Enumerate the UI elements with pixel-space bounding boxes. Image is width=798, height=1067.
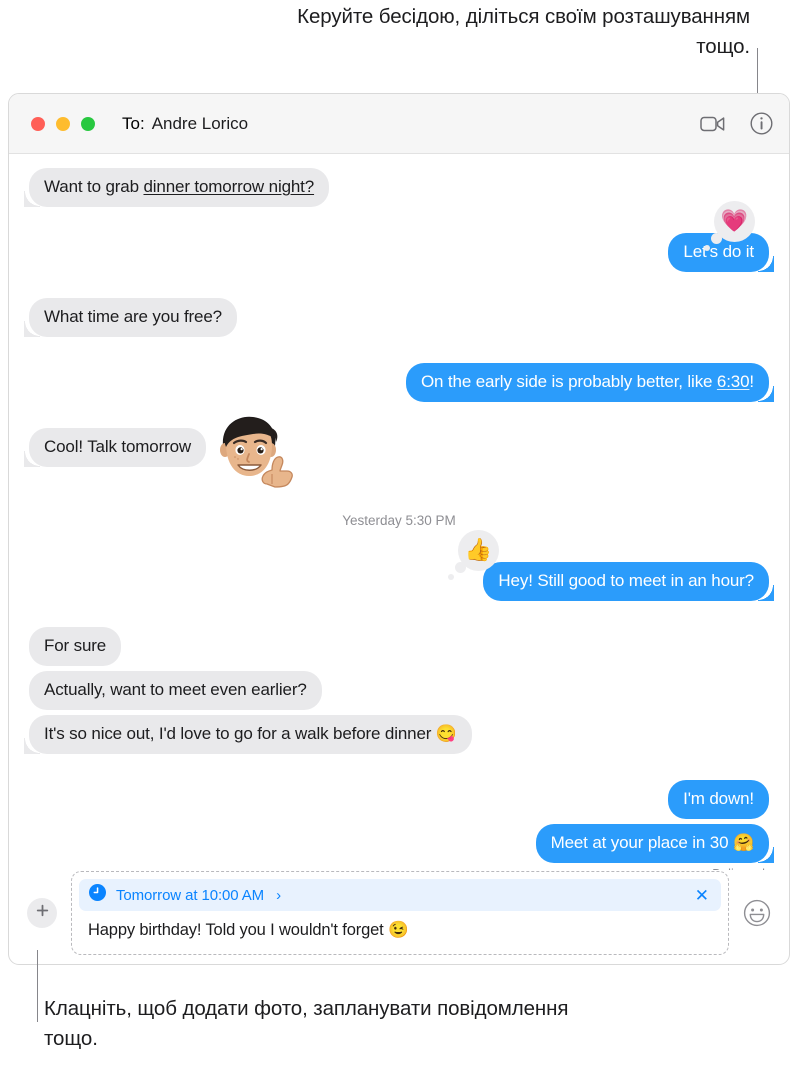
message-input-draft[interactable]: Happy birthday! Told you I wouldn't forg…: [79, 911, 721, 948]
callout-bottom-text: Клацніть, щоб додати фото, запланувати п…: [44, 997, 569, 1050]
chevron-right-icon[interactable]: ›: [276, 887, 281, 904]
message-bubble-outgoing[interactable]: On the early side is probably better, li…: [405, 363, 775, 402]
message-bubble-outgoing[interactable]: Meet at your place in 30 🤗: [535, 824, 775, 863]
tapback-heart[interactable]: 💗: [704, 201, 755, 251]
message-row: I'm down!: [29, 780, 769, 819]
message-composer: Tomorrow at 10:00 AM › ✕ Happy birthday!…: [9, 870, 789, 964]
tapback-dot-large: [455, 562, 466, 573]
tapback-dot-small: [704, 245, 710, 251]
scheduled-send-banner[interactable]: Tomorrow at 10:00 AM › ✕: [79, 879, 721, 911]
message-text-plain: On the early side is probably better, li…: [420, 372, 717, 391]
callout-top-text: Керуйте бесідою, діліться своїм розташув…: [297, 5, 750, 58]
message-bubble-incoming[interactable]: Want to grab dinner tomorrow night?: [23, 168, 330, 207]
close-window-button[interactable]: [31, 116, 45, 131]
info-circle-icon[interactable]: [750, 112, 773, 135]
traffic-lights: [31, 116, 95, 131]
message-row: Hey! Still good to meet in an hour? 👍: [29, 530, 774, 601]
message-input-container[interactable]: Tomorrow at 10:00 AM › ✕ Happy birthday!…: [71, 871, 729, 955]
conversation-thread[interactable]: Want to grab dinner tomorrow night? Let'…: [9, 154, 789, 870]
conversation-timestamp: Yesterday 5:30 PM: [342, 513, 456, 528]
to-label: To:: [122, 113, 145, 133]
video-camera-icon[interactable]: [700, 115, 726, 133]
message-text-plain: Want to grab: [44, 177, 144, 196]
message-bubble-incoming[interactable]: What time are you free?: [24, 298, 237, 337]
message-text-suffix: !: [749, 372, 754, 391]
message-text: Let's do it: [683, 242, 754, 261]
message-bubble-incoming[interactable]: For sure: [29, 627, 122, 666]
emoji-picker-button[interactable]: [743, 899, 771, 927]
message-row: Cool! Talk tomorrow: [23, 416, 769, 488]
message-bubble-incoming[interactable]: It's so nice out, I'd love to go for a w…: [24, 715, 472, 754]
message-row: What time are you free?: [24, 298, 769, 337]
message-bubble-incoming[interactable]: Cool! Talk tomorrow: [23, 428, 207, 467]
message-row: Let's do it 💗: [29, 201, 774, 272]
recipient-field[interactable]: To: Andre Lorico: [122, 114, 248, 134]
callout-bottom-leader-line: [37, 950, 38, 1022]
message-row: Meet at your place in 30 🤗: [29, 824, 775, 863]
message-text-link[interactable]: 6:30: [717, 372, 750, 391]
messages-window: To: Andre Lorico Want to grab dinner tom…: [8, 93, 790, 965]
plus-icon: [35, 903, 50, 923]
scheduled-send-label: Tomorrow at 10:00 AM: [116, 886, 265, 904]
window-titlebar: To: Andre Lorico: [9, 94, 789, 154]
zoom-window-button[interactable]: [81, 116, 95, 131]
message-row: Actually, want to meet even earlier?: [29, 671, 769, 710]
clock-icon: [89, 884, 106, 906]
add-attachment-button[interactable]: [27, 898, 57, 928]
close-icon[interactable]: ✕: [695, 887, 709, 904]
minimize-window-button[interactable]: [56, 116, 70, 131]
delivery-status: Delivered: [29, 867, 769, 870]
message-row: On the early side is probably better, li…: [29, 363, 775, 402]
message-row: Want to grab dinner tomorrow night?: [23, 168, 769, 207]
smiley-face-icon: [743, 899, 771, 931]
message-text-link[interactable]: dinner tomorrow night?: [143, 177, 314, 196]
tapback-thumbs-up[interactable]: 👍: [448, 530, 499, 580]
tapback-dot-large: [711, 233, 722, 244]
message-bubble-outgoing[interactable]: Let's do it 💗: [668, 201, 774, 272]
titlebar-actions: [700, 112, 773, 135]
message-bubble-incoming[interactable]: Actually, want to meet even earlier?: [29, 671, 322, 710]
tapback-dot-small: [448, 574, 454, 580]
message-text: Hey! Still good to meet in an hour?: [498, 571, 754, 590]
recipient-name: Andre Lorico: [151, 113, 249, 133]
message-bubble-outgoing[interactable]: I'm down!: [668, 780, 769, 819]
message-row: It's so nice out, I'd love to go for a w…: [24, 715, 769, 754]
message-row: For sure: [29, 627, 769, 666]
message-bubble-outgoing[interactable]: Hey! Still good to meet in an hour? 👍: [448, 530, 774, 601]
